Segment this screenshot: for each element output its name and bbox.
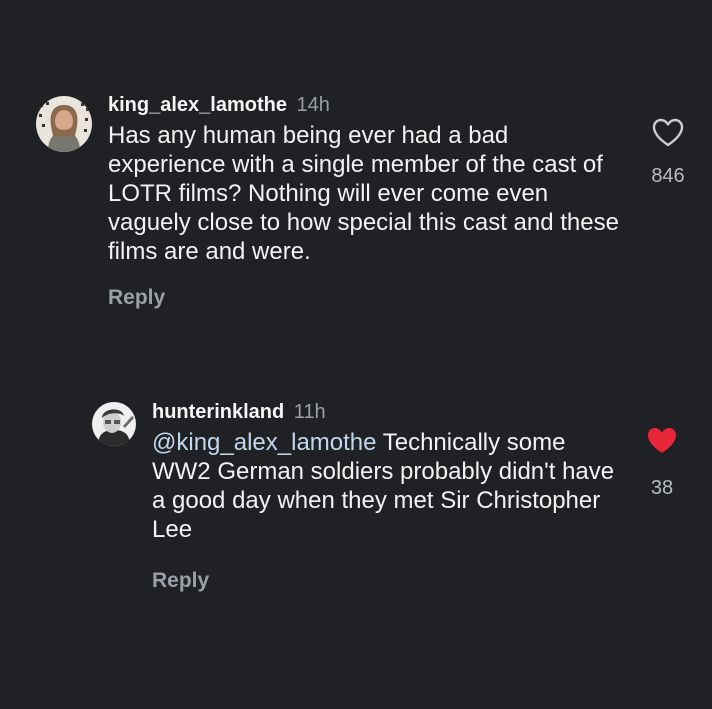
- like-count: 38: [650, 477, 674, 499]
- timestamp: 11h: [293, 401, 326, 423]
- heart-filled-icon[interactable]: [634, 426, 690, 461]
- avatar[interactable]: [92, 402, 136, 446]
- like-control: 846: [640, 118, 696, 188]
- comment-meta: hunterinkland 11h: [152, 400, 622, 424]
- reply-button[interactable]: Reply: [108, 286, 165, 310]
- reply-button[interactable]: Reply: [152, 569, 209, 593]
- like-count: 846: [651, 165, 685, 187]
- comment-text: @king_alex_lamothe Technically some WW2 …: [152, 428, 622, 544]
- like-control: 38: [634, 426, 690, 500]
- mention-link[interactable]: @king_alex_lamothe: [152, 429, 377, 456]
- avatar[interactable]: [36, 96, 92, 152]
- heart-outline-icon[interactable]: [640, 118, 696, 153]
- timestamp: 14h: [296, 94, 330, 116]
- username[interactable]: hunterinkland: [152, 401, 284, 423]
- username[interactable]: king_alex_lamothe: [108, 94, 287, 116]
- comment-text: Has any human being ever had a bad exper…: [108, 122, 619, 265]
- comment-meta: king_alex_lamothe 14h: [108, 93, 628, 117]
